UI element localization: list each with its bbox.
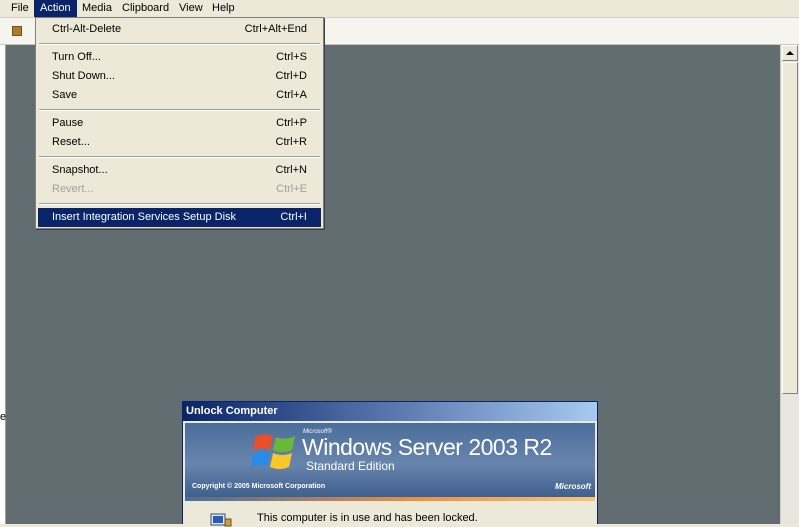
menu-item-shortcut: Ctrl+D xyxy=(275,70,307,82)
microsoft-logo: Microsoft xyxy=(555,482,591,491)
menu-item-shortcut: Ctrl+I xyxy=(280,211,307,223)
menu-separator xyxy=(39,203,320,205)
menu-item-shortcut: Ctrl+N xyxy=(275,164,307,176)
menu-item-label: Reset... xyxy=(52,136,90,148)
dialog-message: This computer is in use and has been loc… xyxy=(257,512,478,524)
action-menu: Ctrl-Alt-Delete Ctrl+Alt+End Turn Off...… xyxy=(35,17,324,229)
menu-item-pause[interactable]: Pause Ctrl+P xyxy=(38,114,321,133)
menu-clipboard[interactable]: Clipboard xyxy=(116,0,175,17)
menu-item-label: Shut Down... xyxy=(52,70,115,82)
menu-item-label: Snapshot... xyxy=(52,164,108,176)
banner-copyright: Copyright © 2005 Microsoft Corporation xyxy=(192,483,326,490)
banner-product: Windows Server 2003 R2 xyxy=(302,434,552,460)
menu-separator xyxy=(39,156,320,158)
menu-item-shortcut: Ctrl+S xyxy=(276,51,307,63)
menu-item-save[interactable]: Save Ctrl+A xyxy=(38,86,321,105)
menu-item-label: Insert Integration Services Setup Disk xyxy=(52,211,237,223)
menu-item-turn-off[interactable]: Turn Off... Ctrl+S xyxy=(38,48,321,67)
arrow-up-icon xyxy=(786,51,794,55)
menu-item-label: Ctrl-Alt-Delete xyxy=(52,23,122,35)
menu-item-label: Turn Off... xyxy=(52,51,101,63)
menu-separator xyxy=(39,109,320,111)
menu-item-reset[interactable]: Reset... Ctrl+R xyxy=(38,133,321,152)
menu-item-snapshot[interactable]: Snapshot... Ctrl+N xyxy=(38,161,321,180)
menu-separator xyxy=(39,43,320,45)
stop-icon[interactable] xyxy=(12,26,22,36)
menu-action[interactable]: Action xyxy=(34,0,77,17)
menu-item-shortcut: Ctrl+Alt+End xyxy=(244,23,307,35)
windows-banner: Microsoft® Windows Server 2003 R2 Standa… xyxy=(185,423,595,497)
banner-edition: Standard Edition xyxy=(306,459,395,473)
menu-view[interactable]: View xyxy=(173,0,209,17)
unlock-computer-dialog: Unlock Computer Microsoft® Windows Serve… xyxy=(182,401,598,527)
menu-help[interactable]: Help xyxy=(206,0,241,17)
menu-file[interactable]: File xyxy=(5,0,35,17)
dialog-title: Unlock Computer xyxy=(183,402,597,421)
menu-item-insert-integration-services-disk[interactable]: Insert Integration Services Setup Disk C… xyxy=(38,208,321,227)
menu-item-label: Save xyxy=(52,89,78,101)
menu-bar: File Action Media Clipboard View Help xyxy=(0,0,799,18)
menu-item-revert: Revert... Ctrl+E xyxy=(38,180,321,199)
menu-item-shortcut: Ctrl+P xyxy=(276,117,307,129)
vertical-scrollbar[interactable] xyxy=(780,45,799,524)
menu-item-shortcut: Ctrl+A xyxy=(276,89,307,101)
windows-flag-icon xyxy=(251,434,295,469)
menu-item-label: Pause xyxy=(52,117,84,129)
menu-item-shortcut: Ctrl+R xyxy=(275,136,307,148)
scroll-thumb[interactable] xyxy=(782,62,798,394)
menu-item-shut-down[interactable]: Shut Down... Ctrl+D xyxy=(38,67,321,86)
scroll-up-button[interactable] xyxy=(782,45,798,61)
menu-item-shortcut: Ctrl+E xyxy=(276,183,307,195)
menu-item-ctrl-alt-delete[interactable]: Ctrl-Alt-Delete Ctrl+Alt+End xyxy=(38,20,321,39)
lock-computer-icon xyxy=(210,513,232,527)
banner-stripe xyxy=(185,497,595,501)
menu-media[interactable]: Media xyxy=(76,0,118,17)
menu-item-label: Revert... xyxy=(52,183,94,195)
